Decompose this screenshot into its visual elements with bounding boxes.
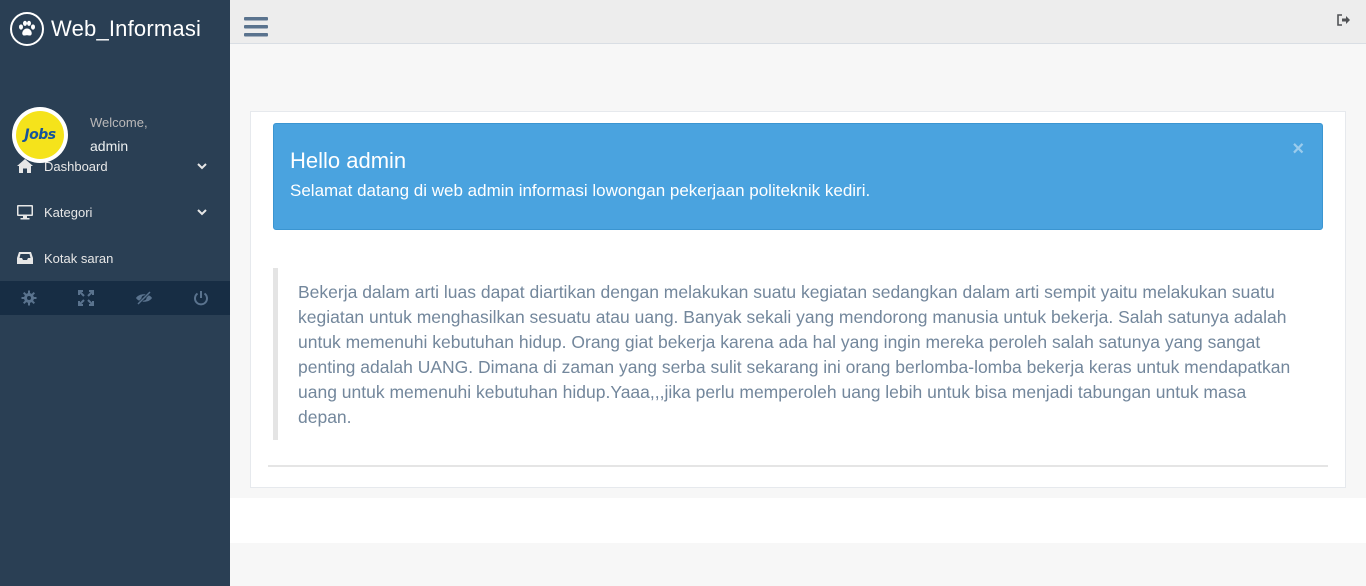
sign-out-icon[interactable] — [1337, 14, 1351, 26]
sidebar: Web_Informasi Jobs Welcome, admin Dashbo… — [0, 0, 230, 586]
welcome-text: Welcome, — [90, 115, 148, 130]
settings-button[interactable] — [0, 281, 58, 315]
sidebar-item-kotak-saran[interactable]: Kotak saran — [0, 235, 230, 281]
alert-title: Hello admin — [290, 148, 407, 173]
eye-slash-icon — [135, 290, 152, 306]
top-nav — [230, 0, 1366, 44]
chevron-down-icon — [197, 163, 207, 170]
chevron-down-icon — [197, 209, 207, 216]
desktop-icon — [15, 202, 35, 222]
fullscreen-button[interactable] — [58, 281, 116, 315]
menu-toggle-icon[interactable] — [244, 16, 268, 38]
divider — [268, 465, 1328, 467]
settings-icon — [21, 290, 37, 306]
lock-button[interactable] — [115, 281, 173, 315]
home-icon — [15, 156, 35, 176]
sidebar-item-label: Kategori — [44, 204, 93, 220]
sidebar-item-label: Dashboard — [44, 158, 108, 174]
sidebar-footer — [0, 281, 230, 315]
brand[interactable]: Web_Informasi — [0, 0, 230, 58]
power-icon — [194, 291, 209, 306]
sidebar-item-dashboard[interactable]: Dashboard — [0, 143, 230, 189]
power-button[interactable] — [173, 281, 231, 315]
sidebar-item-kategori[interactable]: Kategori — [0, 189, 230, 235]
sidebar-item-label: Kotak saran — [44, 250, 114, 266]
brand-title: Web_Informasi — [51, 16, 202, 41]
fullscreen-icon — [78, 290, 95, 306]
paw-icon — [10, 12, 44, 46]
content-panel: × Hello admin Selamat datang di web admi… — [250, 111, 1346, 488]
alert-message: Selamat datang di web admin informasi lo… — [290, 181, 871, 200]
alert-close-button[interactable]: × — [1292, 138, 1304, 161]
welcome-alert: × Hello admin Selamat datang di web admi… — [273, 123, 1323, 230]
blockquote: Bekerja dalam arti luas dapat diartikan … — [273, 268, 1303, 440]
inbox-icon — [15, 248, 35, 268]
sidebar-menu: Dashboard Kategori Kotak saran — [0, 143, 230, 281]
page-footer — [230, 498, 1366, 543]
